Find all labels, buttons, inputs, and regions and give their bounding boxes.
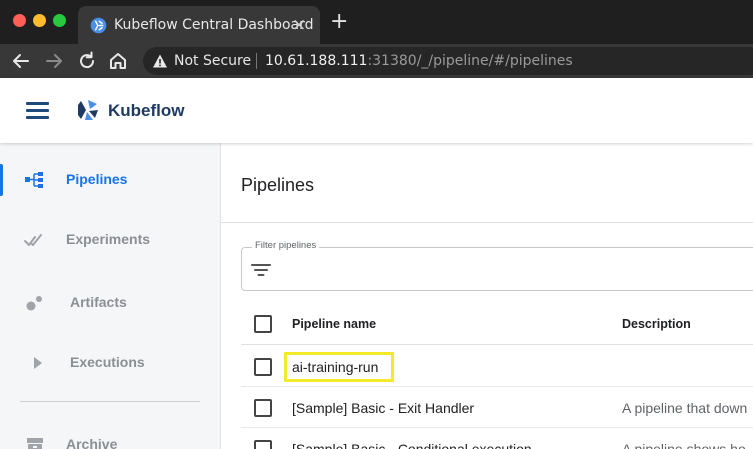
sidebar-item-artifacts[interactable]: Artifacts: [0, 283, 220, 323]
sidebar-item-pipelines[interactable]: Pipelines: [0, 160, 220, 200]
select-all-checkbox[interactable]: [254, 315, 272, 333]
app-header: Kubeflow: [0, 78, 753, 143]
sidebar-divider: [20, 401, 200, 402]
archive-icon: [27, 438, 43, 449]
table-header: Pipeline name Description: [241, 301, 753, 345]
pipeline-description: A pipeline that down: [622, 400, 748, 416]
security-status: Not Secure: [174, 53, 252, 69]
filter-input[interactable]: Filter pipelines: [241, 240, 753, 291]
home-icon[interactable]: [107, 50, 129, 72]
row-checkbox[interactable]: [254, 358, 272, 376]
pipeline-icon: [25, 172, 43, 188]
filter-list-icon: [251, 264, 271, 276]
browser-toolbar: Not Secure 10.61.188.111:31380/_/pipelin…: [0, 44, 753, 78]
menu-icon[interactable]: [26, 102, 49, 119]
pipeline-name-link[interactable]: [Sample] Basic - Conditional execution: [292, 441, 532, 449]
sidebar-item-label: Experiments: [66, 231, 151, 247]
tab-title: Kubeflow Central Dashboard: [114, 17, 314, 33]
tab-close-icon[interactable]: ×: [292, 15, 306, 35]
browser-tab-bar: Kubeflow Central Dashboard × +: [0, 0, 753, 44]
kubeflow-logo-icon: [78, 100, 98, 120]
new-tab-button[interactable]: +: [330, 9, 348, 34]
main-content: Pipelines Filter pipelines Pipeline name…: [221, 143, 753, 449]
sidebar-item-label: Executions: [70, 354, 145, 370]
active-indicator: [0, 164, 3, 196]
address-bar[interactable]: Not Secure 10.61.188.111:31380/_/pipelin…: [143, 47, 753, 75]
address-separator: [256, 53, 257, 69]
sidebar-item-executions[interactable]: Executions: [0, 343, 220, 383]
pipeline-name-link[interactable]: ai-training-run: [292, 359, 378, 375]
pipeline-description: A pipeline shows ho: [622, 441, 746, 449]
sidebar-item-experiments[interactable]: Experiments: [0, 220, 220, 260]
close-window-button[interactable]: [13, 14, 26, 27]
table-row[interactable]: ai-training-run: [241, 346, 753, 387]
column-header-pipeline-name[interactable]: Pipeline name: [292, 317, 376, 331]
sidebar-item-label: Artifacts: [70, 294, 127, 310]
forward-arrow-icon[interactable]: [43, 50, 65, 72]
table-row[interactable]: [Sample] Basic - Exit Handler A pipeline…: [241, 387, 753, 428]
experiments-icon: [24, 234, 42, 246]
table-row[interactable]: [Sample] Basic - Conditional execution A…: [241, 428, 753, 449]
url-path: :31380/_/pipeline/#/pipelines: [367, 53, 573, 69]
sidebar-item-archive[interactable]: Archive: [0, 425, 220, 449]
pipeline-name-link[interactable]: [Sample] Basic - Exit Handler: [292, 400, 474, 416]
row-checkbox[interactable]: [254, 399, 272, 417]
sidebar-item-label: Pipelines: [66, 171, 128, 187]
back-arrow-icon[interactable]: [10, 50, 32, 72]
app-name: Kubeflow: [108, 101, 185, 120]
minimize-window-button[interactable]: [33, 14, 46, 27]
warning-icon[interactable]: [152, 53, 168, 69]
reload-icon[interactable]: [76, 50, 98, 72]
column-header-description[interactable]: Description: [622, 317, 691, 331]
title-divider: [221, 222, 753, 223]
url-text: 10.61.188.111:31380/_/pipeline/#/pipelin…: [265, 53, 573, 69]
url-host: 10.61.188.111: [265, 53, 368, 69]
sidebar-item-label: Archive: [66, 436, 118, 449]
row-checkbox[interactable]: [254, 440, 272, 449]
browser-tab[interactable]: Kubeflow Central Dashboard ×: [78, 6, 320, 44]
artifacts-icon: [26, 296, 42, 311]
filter-label: Filter pipelines: [252, 240, 320, 251]
sidebar: Pipelines Experiments Artifacts Executio…: [0, 143, 221, 449]
page-title: Pipelines: [241, 175, 315, 195]
kubeflow-favicon-icon: [90, 17, 107, 34]
executions-icon: [34, 357, 42, 369]
maximize-window-button[interactable]: [53, 14, 66, 27]
